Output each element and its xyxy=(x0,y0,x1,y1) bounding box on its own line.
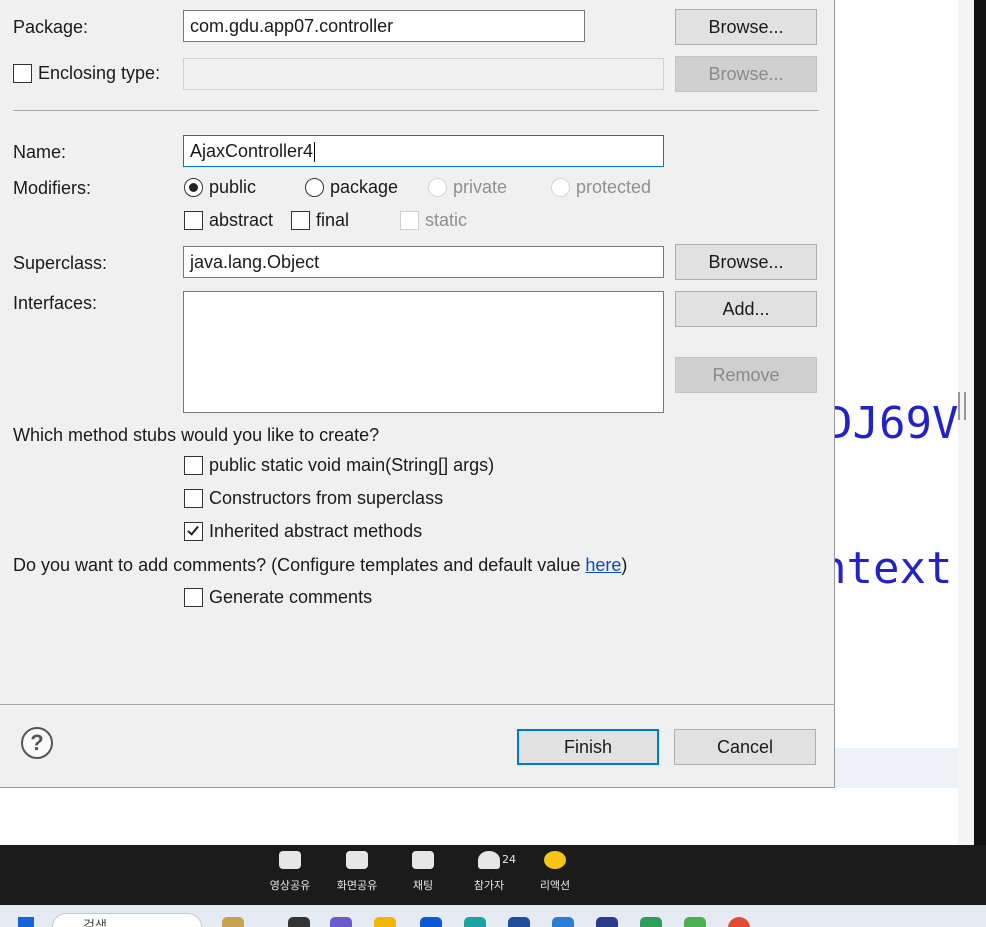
modifier-public-label: public xyxy=(209,177,257,197)
video-share-icon xyxy=(279,851,301,869)
meeting-screen-share-label: 화면공유 xyxy=(336,879,378,892)
cancel-button[interactable]: Cancel xyxy=(674,729,816,765)
taskbar-store-icon[interactable] xyxy=(508,917,530,927)
meeting-reaction[interactable]: 리액션 xyxy=(524,851,586,893)
participant-count: 24 xyxy=(502,853,516,866)
enclosing-type-checkbox[interactable] xyxy=(13,64,32,83)
package-browse-button[interactable]: Browse... xyxy=(675,9,817,45)
generate-comments-label: Generate comments xyxy=(209,587,373,607)
modifier-private-label: private xyxy=(453,177,508,197)
meeting-participants[interactable]: 24 참가자 xyxy=(458,851,520,893)
new-class-dialog: Package: com.gdu.app07.controller Browse… xyxy=(0,0,835,788)
meeting-video-share-label: 영상공유 xyxy=(269,879,311,892)
interfaces-add-button[interactable]: Add... xyxy=(675,291,817,327)
taskbar-search-placeholder: 검색 xyxy=(83,919,107,927)
meeting-video-share[interactable]: 영상공유 xyxy=(259,851,321,893)
modifier-protected-radio[interactable] xyxy=(551,178,570,197)
text-caret xyxy=(314,142,316,163)
help-icon[interactable]: ? xyxy=(21,727,53,759)
modifier-static-label: static xyxy=(425,210,468,230)
generate-comments-checkbox[interactable] xyxy=(184,588,203,607)
editor-code-line: ntext xyxy=(834,543,953,594)
meeting-screen-share[interactable]: 화면공유 xyxy=(326,851,388,893)
editor-scrollbar[interactable] xyxy=(958,0,974,845)
window-edge xyxy=(974,0,986,845)
name-label: Name: xyxy=(13,142,67,162)
finish-button[interactable]: Finish xyxy=(517,729,659,765)
meeting-toolbar: 영상공유 화면공유 채팅 24 참가자 리액션 xyxy=(0,845,986,905)
name-value: AjaxController4 xyxy=(190,141,314,161)
taskbar-vscode-icon[interactable] xyxy=(552,917,574,927)
screen-share-icon xyxy=(346,851,368,869)
stub-main-label: public static void main(String[] args) xyxy=(209,455,495,475)
check-mark-icon xyxy=(187,523,199,536)
meeting-chat[interactable]: 채팅 xyxy=(392,851,454,893)
stub-main-checkbox[interactable] xyxy=(184,456,203,475)
button-bar-separator xyxy=(0,704,834,705)
taskbar-eclipse-icon[interactable] xyxy=(596,917,618,927)
modifier-package-label: package xyxy=(330,177,399,197)
taskbar-widget-icon[interactable] xyxy=(222,917,244,927)
taskbar-app2-icon[interactable] xyxy=(684,917,706,927)
modifier-abstract-checkbox[interactable] xyxy=(184,211,203,230)
modifier-abstract-label: abstract xyxy=(209,210,274,230)
taskbar-search[interactable]: 검색 xyxy=(52,913,202,927)
interfaces-label: Interfaces: xyxy=(13,293,98,313)
superclass-label: Superclass: xyxy=(13,253,108,273)
reaction-icon xyxy=(544,851,566,869)
stub-constructors-checkbox[interactable] xyxy=(184,489,203,508)
enclosing-type-label: Enclosing type: xyxy=(38,63,161,83)
modifier-final-label: final xyxy=(316,210,350,230)
stub-constructors-label: Constructors from superclass xyxy=(209,488,444,508)
editor-code-line: DJ69V xyxy=(834,398,958,449)
chat-icon xyxy=(412,851,434,869)
meeting-participants-label: 참가자 xyxy=(473,879,505,892)
radio-dot xyxy=(189,183,198,192)
taskbar-sheets-icon[interactable] xyxy=(640,917,662,927)
windows-start-icon[interactable] xyxy=(18,917,34,927)
modifier-static-checkbox[interactable] xyxy=(400,211,419,230)
stub-inherited-checkbox[interactable] xyxy=(184,522,203,541)
windows-taskbar: 검색 xyxy=(0,905,986,927)
editor-strip xyxy=(834,748,958,788)
meeting-reaction-label: 리액션 xyxy=(539,879,571,892)
meeting-chat-label: 채팅 xyxy=(412,879,434,892)
comments-question-suffix: ) xyxy=(621,555,628,575)
configure-templates-link[interactable]: here xyxy=(585,555,621,575)
taskbar-explorer-icon[interactable] xyxy=(374,917,396,927)
background-editor: DJ69V ntext xyxy=(834,0,958,845)
package-label: Package: xyxy=(13,17,89,37)
modifier-protected-label: protected xyxy=(576,177,652,197)
stub-inherited-label: Inherited abstract methods xyxy=(209,521,423,541)
taskbar-edge-icon[interactable] xyxy=(464,917,486,927)
interfaces-list[interactable] xyxy=(183,291,664,413)
superclass-input[interactable]: java.lang.Object xyxy=(183,246,664,278)
enclosing-type-input[interactable] xyxy=(183,58,664,90)
taskbar-app-icon[interactable] xyxy=(420,917,442,927)
modifier-private-radio[interactable] xyxy=(428,178,447,197)
separator xyxy=(13,110,819,111)
method-stubs-question: Which method stubs would you like to cre… xyxy=(13,425,380,445)
taskbar-chrome-icon[interactable] xyxy=(728,917,750,927)
background-area xyxy=(0,788,958,845)
comments-question: Do you want to add comments? (Configure … xyxy=(13,555,627,576)
name-input[interactable]: AjaxController4 xyxy=(183,135,664,167)
modifier-package-radio[interactable] xyxy=(305,178,324,197)
modifiers-label: Modifiers: xyxy=(13,178,92,198)
split-handle[interactable] xyxy=(958,392,966,420)
modifier-final-checkbox[interactable] xyxy=(291,211,310,230)
package-input[interactable]: com.gdu.app07.controller xyxy=(183,10,585,42)
comments-question-text: Do you want to add comments? (Configure … xyxy=(13,555,586,575)
participants-icon xyxy=(478,851,500,869)
enclosing-browse-button[interactable]: Browse... xyxy=(675,56,817,92)
interfaces-remove-button[interactable]: Remove xyxy=(675,357,817,393)
superclass-browse-button[interactable]: Browse... xyxy=(675,244,817,280)
taskbar-taskview-icon[interactable] xyxy=(288,917,310,927)
modifier-public-radio[interactable] xyxy=(184,178,203,197)
taskbar-teams-icon[interactable] xyxy=(330,917,352,927)
